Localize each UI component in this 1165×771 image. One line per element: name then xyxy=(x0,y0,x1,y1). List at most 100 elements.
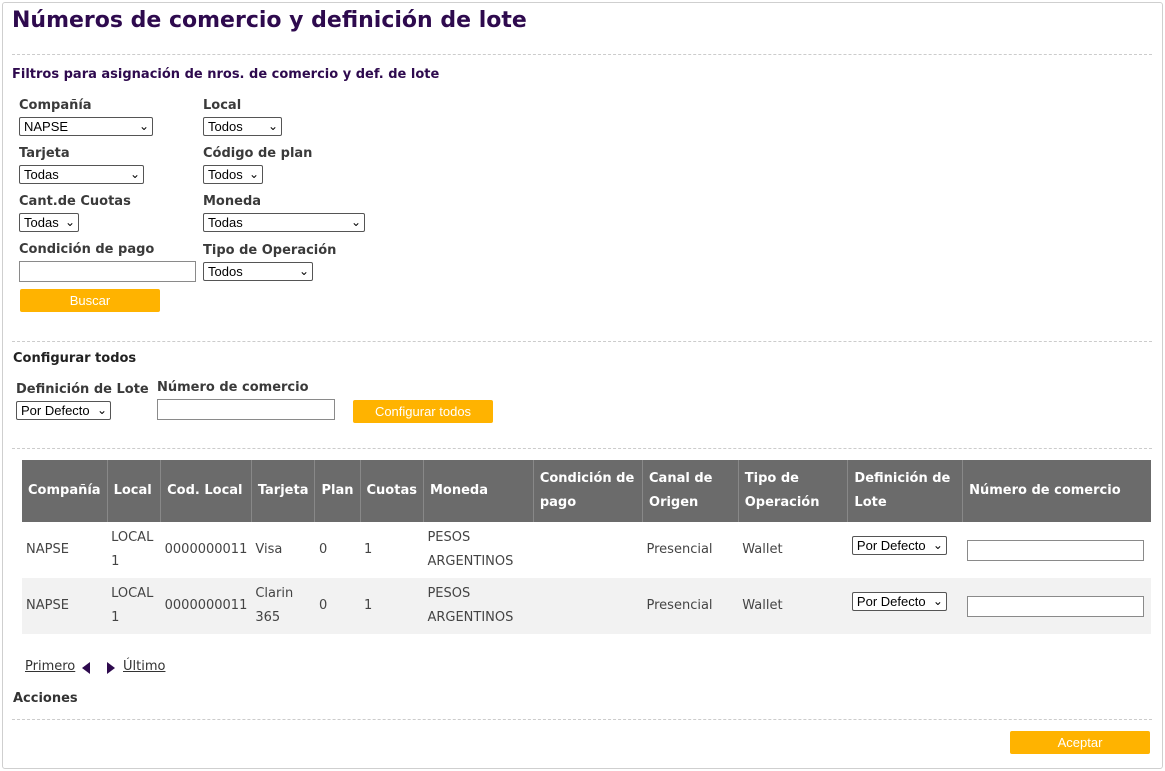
row-definicion-lote-select[interactable]: Por Defecto ⌄ xyxy=(851,592,947,611)
row-definicion-lote-select[interactable]: Por Defecto ⌄ xyxy=(851,536,947,555)
numero-comercio-label: Número de comercio xyxy=(157,380,309,395)
compania-select-value: NAPSE xyxy=(24,119,69,134)
chevron-down-icon: ⌄ xyxy=(64,215,75,229)
chevron-down-icon: ⌄ xyxy=(96,403,107,417)
chevron-down-icon: ⌄ xyxy=(248,167,259,181)
pager-last-link[interactable]: Último xyxy=(123,659,165,674)
codigo-plan-select-value: Todos xyxy=(208,167,243,182)
column-header: Local xyxy=(107,460,162,522)
definicion-lote-select[interactable]: Por Defecto ⌄ xyxy=(16,401,111,420)
condicion-pago-input[interactable] xyxy=(19,261,196,282)
accept-button[interactable]: Aceptar xyxy=(1010,731,1150,754)
definicion-lote-label: Definición de Lote xyxy=(16,382,149,397)
cell-definicion-lote: Por Defecto ⌄ xyxy=(848,522,963,578)
row-definicion-lote-value: Por Defecto xyxy=(856,594,926,609)
column-header: Número de comercio xyxy=(962,460,1151,522)
cell-cod-local: 0000000011 xyxy=(160,578,252,634)
local-label: Local xyxy=(203,98,242,113)
page-title: Números de comercio y definición de lote xyxy=(12,8,527,33)
cell-cod-local: 0000000011 xyxy=(164,542,248,557)
cell-tipo-operacion: Wallet xyxy=(742,542,783,557)
compania-label: Compañía xyxy=(19,98,92,113)
tipo-operacion-select[interactable]: Todos ⌄ xyxy=(203,262,313,281)
local-select-value: Todos xyxy=(208,119,243,134)
cell-numero-comercio xyxy=(962,578,1151,634)
filters-title: Filtros para asignación de nros. de come… xyxy=(12,67,440,82)
column-header: Cuotas xyxy=(360,460,424,522)
cell-condicion xyxy=(533,578,643,634)
table-header-row: Compañía Local Cod. Local Tarjeta Plan C… xyxy=(22,460,1151,522)
column-header: Compañía xyxy=(22,460,108,522)
chevron-down-icon: ⌄ xyxy=(932,594,943,608)
divider xyxy=(12,341,1152,342)
moneda-select-value: Todas xyxy=(208,215,243,230)
cell-local: LOCAL 1 xyxy=(111,530,154,569)
cell-cuotas: 1 xyxy=(360,578,424,634)
row-definicion-lote-value: Por Defecto xyxy=(856,538,926,553)
cell-compania: NAPSE xyxy=(22,578,108,634)
numero-comercio-input[interactable] xyxy=(157,399,335,420)
local-select[interactable]: Todos ⌄ xyxy=(203,117,282,136)
pager-first-link[interactable]: Primero xyxy=(25,659,75,674)
cant-cuotas-label: Cant.de Cuotas xyxy=(19,194,131,209)
cell-tarjeta: Clarin 365 xyxy=(251,578,315,634)
next-page-icon[interactable] xyxy=(107,662,115,674)
cell-compania: NAPSE xyxy=(26,542,69,557)
chevron-down-icon: ⌄ xyxy=(350,215,361,229)
divider xyxy=(12,54,1152,55)
search-button[interactable]: Buscar xyxy=(20,289,160,312)
cell-cuotas: 1 xyxy=(364,542,373,557)
tarjeta-label: Tarjeta xyxy=(19,146,70,161)
column-header: Canal de Origen xyxy=(642,460,739,522)
table-row: NAPSE LOCAL 1 0000000011 Visa 0 1 PESOS … xyxy=(22,522,1151,578)
cell-canal: Presencial xyxy=(646,542,713,557)
compania-select[interactable]: NAPSE ⌄ xyxy=(19,117,153,136)
tarjeta-select[interactable]: Todas ⌄ xyxy=(19,165,144,184)
cell-moneda: PESOS ARGENTINOS xyxy=(423,578,534,634)
pager: Primero xyxy=(25,659,75,674)
cell-plan: 0 xyxy=(314,578,360,634)
chevron-down-icon: ⌄ xyxy=(267,119,278,133)
cell-condicion xyxy=(533,522,642,578)
table-row: NAPSE LOCAL 1 0000000011 Clarin 365 0 1 … xyxy=(22,578,1151,634)
cell-canal: Presencial xyxy=(642,578,739,634)
configure-all-title: Configurar todos xyxy=(13,351,137,366)
cell-definicion-lote: Por Defecto ⌄ xyxy=(847,578,963,634)
chevron-down-icon: ⌄ xyxy=(138,119,149,133)
condicion-pago-label: Condición de pago xyxy=(19,242,155,257)
cell-moneda: PESOS ARGENTINOS xyxy=(427,530,514,569)
results-table: Compañía Local Cod. Local Tarjeta Plan C… xyxy=(22,460,1151,634)
definicion-lote-select-value: Por Defecto xyxy=(21,403,90,418)
actions-title: Acciones xyxy=(13,691,78,706)
row-numero-comercio-input[interactable] xyxy=(966,595,1144,617)
divider xyxy=(12,719,1152,720)
tipo-operacion-select-value: Todos xyxy=(208,264,243,279)
chevron-down-icon: ⌄ xyxy=(932,538,943,552)
chevron-down-icon: ⌄ xyxy=(298,264,309,278)
configure-all-button[interactable]: Configurar todos xyxy=(353,400,493,423)
cant-cuotas-select-value: Todas xyxy=(24,215,59,230)
column-header: Tipo de Operación xyxy=(738,460,849,522)
tarjeta-select-value: Todas xyxy=(24,167,59,182)
column-header: Definición de Lote xyxy=(847,460,964,522)
moneda-select[interactable]: Todas ⌄ xyxy=(203,213,365,232)
column-header: Condición de pago xyxy=(533,460,644,522)
codigo-plan-select[interactable]: Todos ⌄ xyxy=(203,165,263,184)
codigo-plan-label: Código de plan xyxy=(203,146,313,161)
pager-last: Último xyxy=(123,659,165,674)
cell-local: LOCAL 1 xyxy=(107,578,161,634)
row-numero-comercio-input[interactable] xyxy=(966,539,1144,561)
cell-numero-comercio xyxy=(963,522,1151,578)
column-header: Tarjeta xyxy=(251,460,316,522)
moneda-label: Moneda xyxy=(203,194,262,209)
chevron-down-icon: ⌄ xyxy=(129,167,140,181)
cant-cuotas-select[interactable]: Todas ⌄ xyxy=(19,213,79,232)
column-header: Moneda xyxy=(423,460,534,522)
previous-page-icon[interactable] xyxy=(82,662,90,674)
column-header: Cod. Local xyxy=(160,460,252,522)
cell-plan: 0 xyxy=(318,542,328,557)
column-header: Plan xyxy=(314,460,361,522)
cell-tipo-operacion: Wallet xyxy=(738,578,848,634)
cell-tarjeta: Visa xyxy=(255,542,283,557)
tipo-operacion-label: Tipo de Operación xyxy=(203,243,337,258)
